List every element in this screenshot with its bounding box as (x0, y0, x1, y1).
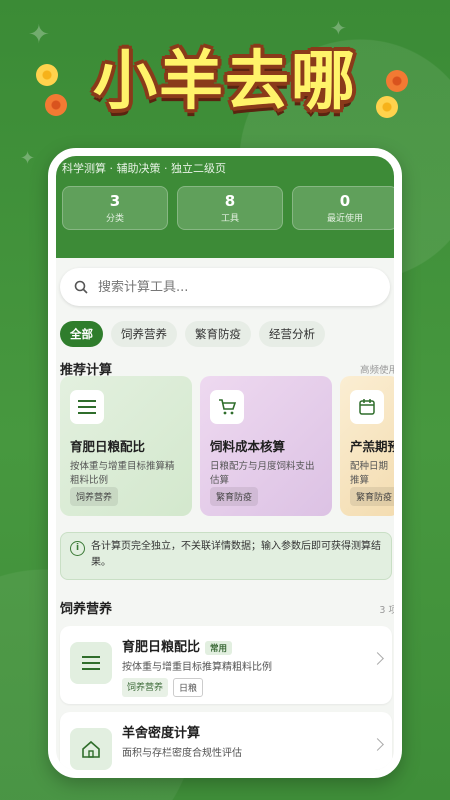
item-title: 羊舍密度计算 (122, 726, 201, 741)
card-tag: 繁育防疫 (350, 487, 394, 506)
filter-chips: 全部 饲养营养 繁育防疫 经营分析 (60, 321, 325, 347)
cart-icon (210, 390, 244, 424)
chip-breeding[interactable]: 繁育防疫 (185, 321, 251, 347)
stat-value: 8 (224, 192, 236, 210)
rec-card-fattening[interactable]: 育肥日粮配比 按体重与增重目标推算精粗料比例 饲养营养 (60, 376, 192, 516)
app-banner-title: 小羊去哪 (93, 45, 357, 119)
notice-text: 各计算页完全独立，不关联详情数据；输入参数后即可获得测算结果。 (91, 541, 381, 568)
card-title: 饲料成本核算 (210, 439, 286, 454)
list-item[interactable]: 育肥日粮配比 常用 按体重与增重目标推算精粗料比例 饲养营养 日粮 (60, 626, 392, 704)
calendar-icon (350, 390, 384, 424)
item-desc: 面积与存栏密度合规性评估 (122, 748, 242, 759)
card-title: 育肥日粮配比 (70, 439, 146, 454)
stat-value: 3 (109, 192, 121, 210)
list-icon (70, 642, 112, 684)
stat-categories[interactable]: 3 分类 (62, 186, 168, 230)
item-title: 育肥日粮配比 (122, 640, 201, 655)
chip-business[interactable]: 经营分析 (259, 321, 325, 347)
chevron-right-icon (371, 652, 384, 665)
rec-card-feed-cost[interactable]: 饲料成本核算 日粮配方与月度饲料支出估算 繁育防疫 (200, 376, 332, 516)
card-tag: 繁育防疫 (210, 487, 259, 506)
phone-frame: 科学测算 · 辅助决策 · 独立二级页 3 分类 8 工具 0 最近使用 全部 … (48, 148, 402, 778)
item-tags: 饲养营养 日粮 (122, 678, 204, 697)
stat-label: 最近使用 (326, 214, 363, 224)
header-subtitle: 科学测算 · 辅助决策 · 独立二级页 (62, 162, 226, 175)
item-tag: 日粮 (173, 678, 204, 697)
recommended-cards: 育肥日粮配比 按体重与增重目标推算精粗料比例 饲养营养 饲料成本核算 日粮配方与… (60, 376, 400, 516)
section-count: 3 项 (379, 605, 398, 616)
card-desc: 按体重与增重目标推算精粗料比例 (70, 461, 175, 486)
search-icon (74, 280, 88, 294)
rec-card-lambing[interactable]: 产羔期预 配种日期推算 繁育防疫 (340, 376, 400, 516)
header: 科学测算 · 辅助决策 · 独立二级页 3 分类 8 工具 0 最近使用 (56, 156, 394, 258)
search-bar[interactable] (60, 268, 390, 306)
stats-row: 3 分类 8 工具 0 最近使用 (62, 186, 394, 230)
chevron-right-icon (371, 738, 384, 751)
item-title-wrap: 育肥日粮配比 常用 (122, 636, 233, 655)
house-icon (70, 728, 112, 770)
stat-recent[interactable]: 0 最近使用 (292, 186, 394, 230)
common-badge: 常用 (205, 640, 233, 655)
info-icon: i (70, 541, 85, 556)
card-desc: 配种日期推算 (350, 461, 389, 486)
item-tag: 饲养营养 (122, 678, 169, 697)
card-tag: 饲养营养 (70, 487, 119, 506)
stat-label: 工具 (220, 214, 239, 224)
list-icon (70, 390, 104, 424)
stat-label: 分类 (105, 214, 124, 224)
section-title: 饲养营养 (60, 602, 113, 617)
recommended-hint: 高频使用 (359, 365, 398, 376)
info-notice: i 各计算页完全独立，不关联详情数据；输入参数后即可获得测算结果。 (60, 532, 392, 580)
item-desc: 按体重与增重目标推算精粗料比例 (122, 662, 272, 673)
stat-tools[interactable]: 8 工具 (177, 186, 283, 230)
card-title: 产羔期预 (350, 439, 400, 454)
sparkle-icon: ✦ (20, 148, 36, 169)
chip-feeding[interactable]: 饲养营养 (111, 321, 177, 347)
card-desc: 日粮配方与月度饲料支出估算 (210, 461, 315, 486)
search-input[interactable] (98, 279, 338, 295)
list-item[interactable]: 羊舍密度计算 面积与存栏密度合规性评估 (60, 712, 392, 770)
stat-value: 0 (339, 192, 351, 210)
chip-all[interactable]: 全部 (60, 321, 103, 347)
